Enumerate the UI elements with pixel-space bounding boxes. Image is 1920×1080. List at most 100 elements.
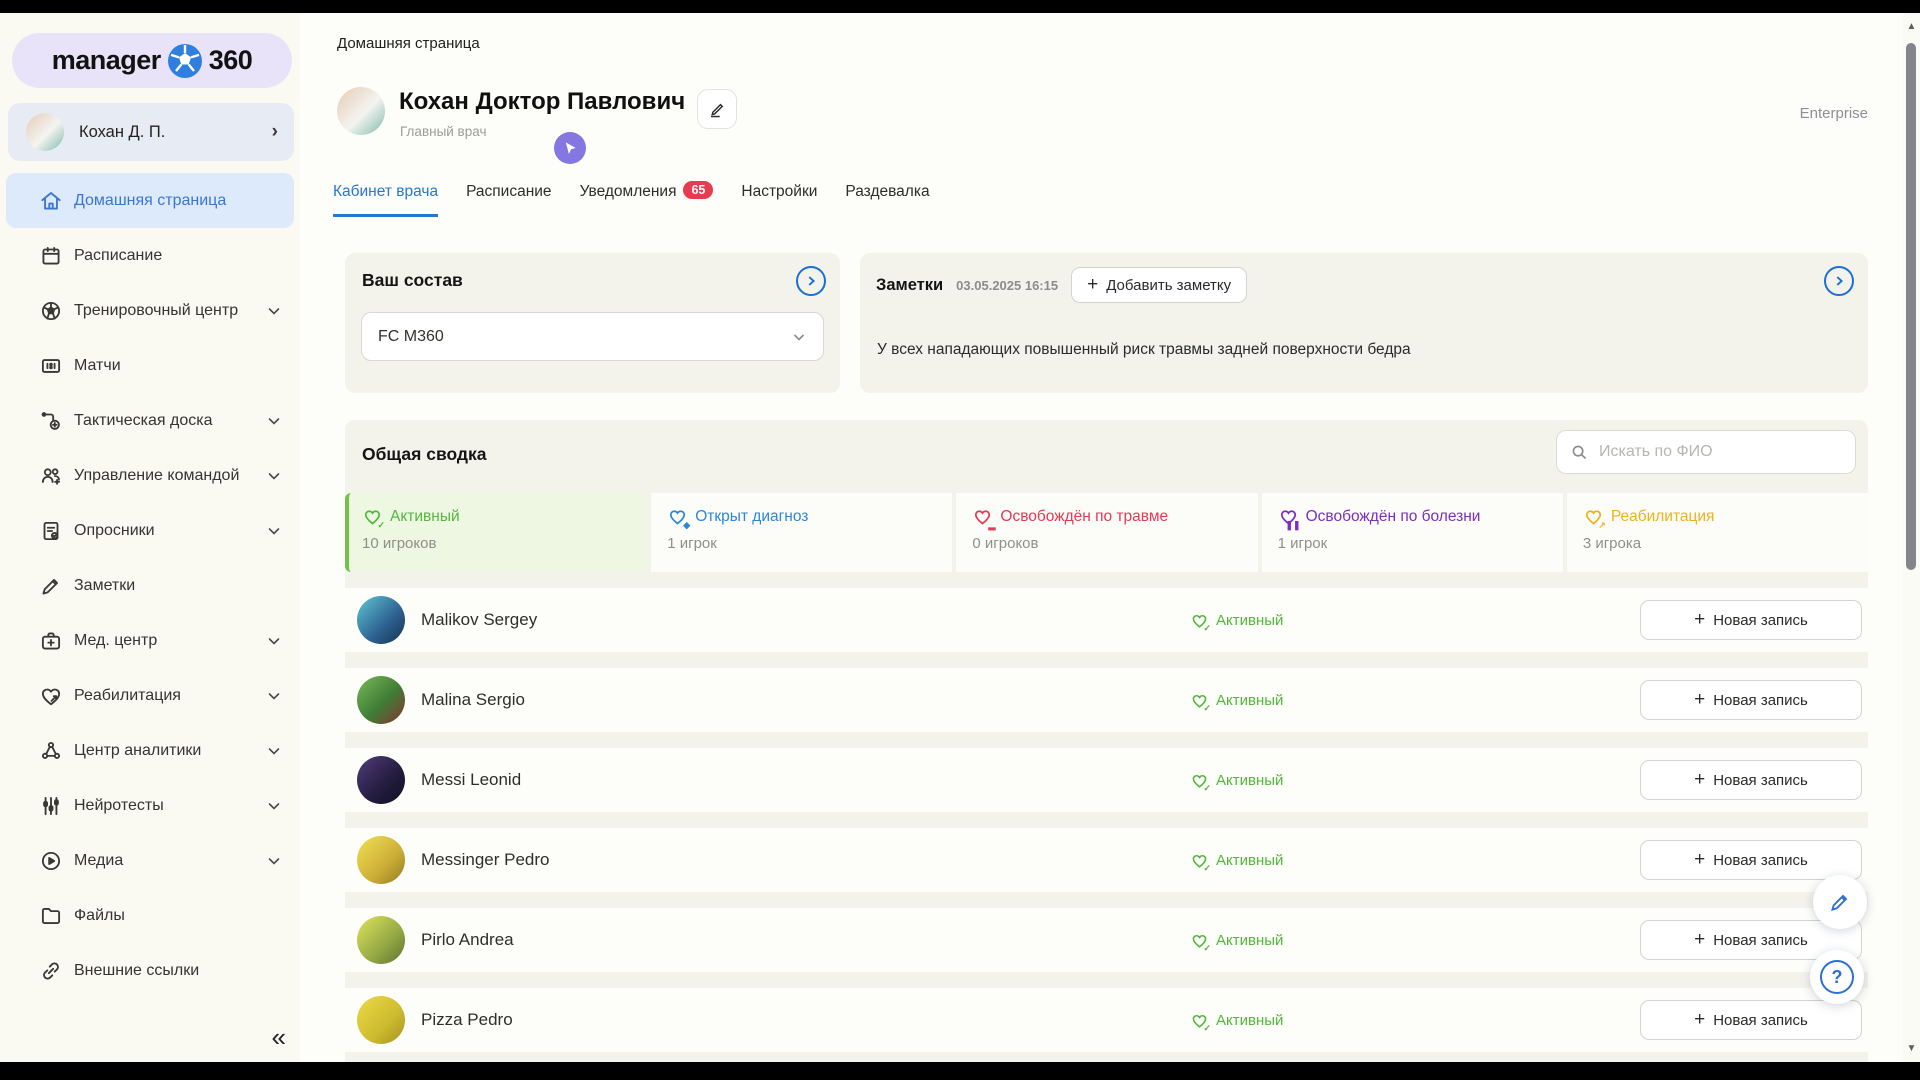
sidebar-item-heart[interactable]: Реабилитация [0, 668, 300, 723]
player-row[interactable]: Pizza Pedro✓Активный+Новая запись [345, 988, 1868, 1052]
status-filter-label-row: ▂Освобождён по травме [972, 506, 1257, 527]
status-filter-2[interactable]: ▂Освобождён по травме0 игроков [956, 493, 1257, 572]
new-record-button-label: Новая запись [1713, 1012, 1808, 1029]
search-icon [1570, 443, 1588, 461]
link-icon [38, 958, 64, 984]
player-status: ✓Активный [1190, 611, 1283, 630]
tab-doctor-office[interactable]: Кабинет врача [333, 183, 438, 217]
cursor-arrow-icon [563, 141, 578, 156]
player-row[interactable]: Pirlo Andrea✓Активный+Новая запись [345, 908, 1868, 972]
tab-label: Кабинет врача [333, 183, 438, 201]
status-filter-label-row: ✓Активный [362, 506, 647, 527]
sidebar-item-link[interactable]: Внешние ссылки [0, 943, 300, 998]
new-record-button[interactable]: +Новая запись [1640, 840, 1862, 880]
player-status: ✓Активный [1190, 691, 1283, 710]
sidebar-user-profile[interactable]: Кохан Д. П. › [8, 103, 294, 161]
player-status-label: Активный [1216, 1012, 1283, 1029]
notification-count-badge: 65 [683, 181, 713, 199]
status-sub-glyph: ✓ [1203, 624, 1211, 633]
sidebar-item-label: Нейротесты [74, 797, 164, 815]
status-sub-glyph: ✓ [1203, 944, 1211, 953]
tab-раздевалка[interactable]: Раздевалка [845, 183, 929, 217]
status-sub-glyph: ✓ [377, 521, 385, 530]
sidebar-item-analytics[interactable]: Центр аналитики [0, 723, 300, 778]
chevron-down-icon [266, 523, 282, 539]
notes-open-button[interactable] [1824, 266, 1854, 296]
tab-настройки[interactable]: Настройки [741, 183, 817, 217]
sidebar-item-calendar[interactable]: Расписание [0, 228, 300, 283]
logo-text-360: 360 [209, 45, 253, 76]
new-record-button[interactable]: +Новая запись [1640, 680, 1862, 720]
heart-check-icon: ✓ [1190, 611, 1209, 630]
new-record-button-label: Новая запись [1713, 852, 1808, 869]
status-filter-4[interactable]: ↗Реабилитация3 игрока [1567, 493, 1868, 572]
heart-icon [38, 683, 64, 709]
sidebar-item-label: Расписание [74, 247, 162, 265]
player-row[interactable]: Malikov Sergey✓Активный+Новая запись [345, 588, 1868, 652]
sidebar-item-home[interactable]: Домашняя страница [6, 173, 294, 228]
app-surface: manager 360 Кохан Д. П. › Домашняя стран… [0, 13, 1920, 1062]
sidebar-item-survey[interactable]: Опросники [0, 503, 300, 558]
quick-note-fab[interactable] [1813, 875, 1867, 929]
sidebar-item-medbag[interactable]: Мед. центр [0, 613, 300, 668]
sidebar-item-play[interactable]: Медиа [0, 833, 300, 888]
sidebar-item-scoreboard[interactable]: Матчи [0, 338, 300, 393]
tab-уведомления[interactable]: Уведомления65 [580, 183, 714, 217]
new-record-button[interactable]: +Новая запись [1640, 760, 1862, 800]
help-fab[interactable]: ? [1810, 950, 1864, 1004]
scroll-up-arrow[interactable]: ▲ [1903, 21, 1920, 32]
player-name: Pirlo Andrea [421, 930, 514, 950]
status-filter-label-row: ↗Реабилитация [1583, 506, 1868, 527]
new-record-button[interactable]: +Новая запись [1640, 1000, 1862, 1040]
notes-card: Заметки 03.05.2025 16:15 + Добавить заме… [860, 253, 1868, 393]
play-icon [38, 848, 64, 874]
ball-icon [38, 298, 64, 324]
tab-расписание[interactable]: Расписание [466, 183, 551, 217]
heart-check-icon: ✓ [1190, 1011, 1209, 1030]
player-name: Messi Leonid [421, 770, 521, 790]
sidebar-item-pen[interactable]: Заметки [0, 558, 300, 613]
status-sub-glyph: ✓ [1203, 864, 1211, 873]
status-filter-label: Реабилитация [1611, 508, 1715, 526]
sidebar-item-label: Внешние ссылки [74, 962, 199, 980]
search-input[interactable] [1597, 442, 1831, 462]
pencil-icon [706, 98, 728, 120]
player-row[interactable]: Messinger Pedro✓Активный+Новая запись [345, 828, 1868, 892]
heart-pause-icon: ❚❚ [1278, 506, 1299, 527]
plan-badge: Enterprise [1800, 105, 1868, 122]
new-record-button-label: Новая запись [1713, 772, 1808, 789]
player-avatar [357, 916, 405, 964]
sidebar-item-label: Тренировочный центр [74, 302, 238, 320]
tab-bar: Кабинет врача Расписание Уведомления65 Наст… [333, 183, 930, 217]
sliders-icon [38, 793, 64, 819]
squad-open-button[interactable] [796, 266, 826, 296]
sidebar-item-label: Тактическая доска [74, 412, 212, 430]
sidebar-item-ball[interactable]: Тренировочный центр [0, 283, 300, 338]
status-filter-3[interactable]: ❚❚Освобождён по болезни1 игрок [1262, 493, 1563, 572]
player-row[interactable]: Malina Sergio✓Активный+Новая запись [345, 668, 1868, 732]
logo-text-manager: manager [52, 45, 161, 76]
scrollbar-thumb[interactable] [1906, 43, 1916, 570]
add-note-button[interactable]: + Добавить заметку [1071, 267, 1247, 303]
player-row[interactable]: Messi Leonid✓Активный+Новая запись [345, 748, 1868, 812]
edit-profile-button[interactable] [697, 89, 737, 129]
sidebar-item-label: Медиа [74, 852, 123, 870]
status-filter-0[interactable]: ✓Активный10 игроков [345, 493, 647, 572]
sidebar-item-label: Центр аналитики [74, 742, 201, 760]
doctor-role: Главный врач [400, 124, 486, 139]
sidebar-item-sliders[interactable]: Нейротесты [0, 778, 300, 833]
tab-label: Раздевалка [845, 183, 929, 201]
status-sub-glyph: ◆ [683, 521, 690, 530]
new-record-button[interactable]: +Новая запись [1640, 600, 1862, 640]
sidebar-collapse-button[interactable]: « [272, 1024, 286, 1050]
scroll-down-arrow[interactable]: ▼ [1903, 1043, 1920, 1054]
status-filter-1[interactable]: ◆Открыт диагноз1 игрок [651, 493, 952, 572]
sidebar-item-folder[interactable]: Файлы [0, 888, 300, 943]
tab-label: Настройки [741, 183, 817, 201]
sidebar-item-team[interactable]: Управление командой [0, 448, 300, 503]
new-record-button-label: Новая запись [1713, 692, 1808, 709]
sidebar-item-tactics[interactable]: Тактическая доска [0, 393, 300, 448]
new-record-button-label: Новая запись [1713, 612, 1808, 629]
team-select[interactable]: FC M360 [361, 312, 824, 361]
calendar-icon [38, 243, 64, 269]
